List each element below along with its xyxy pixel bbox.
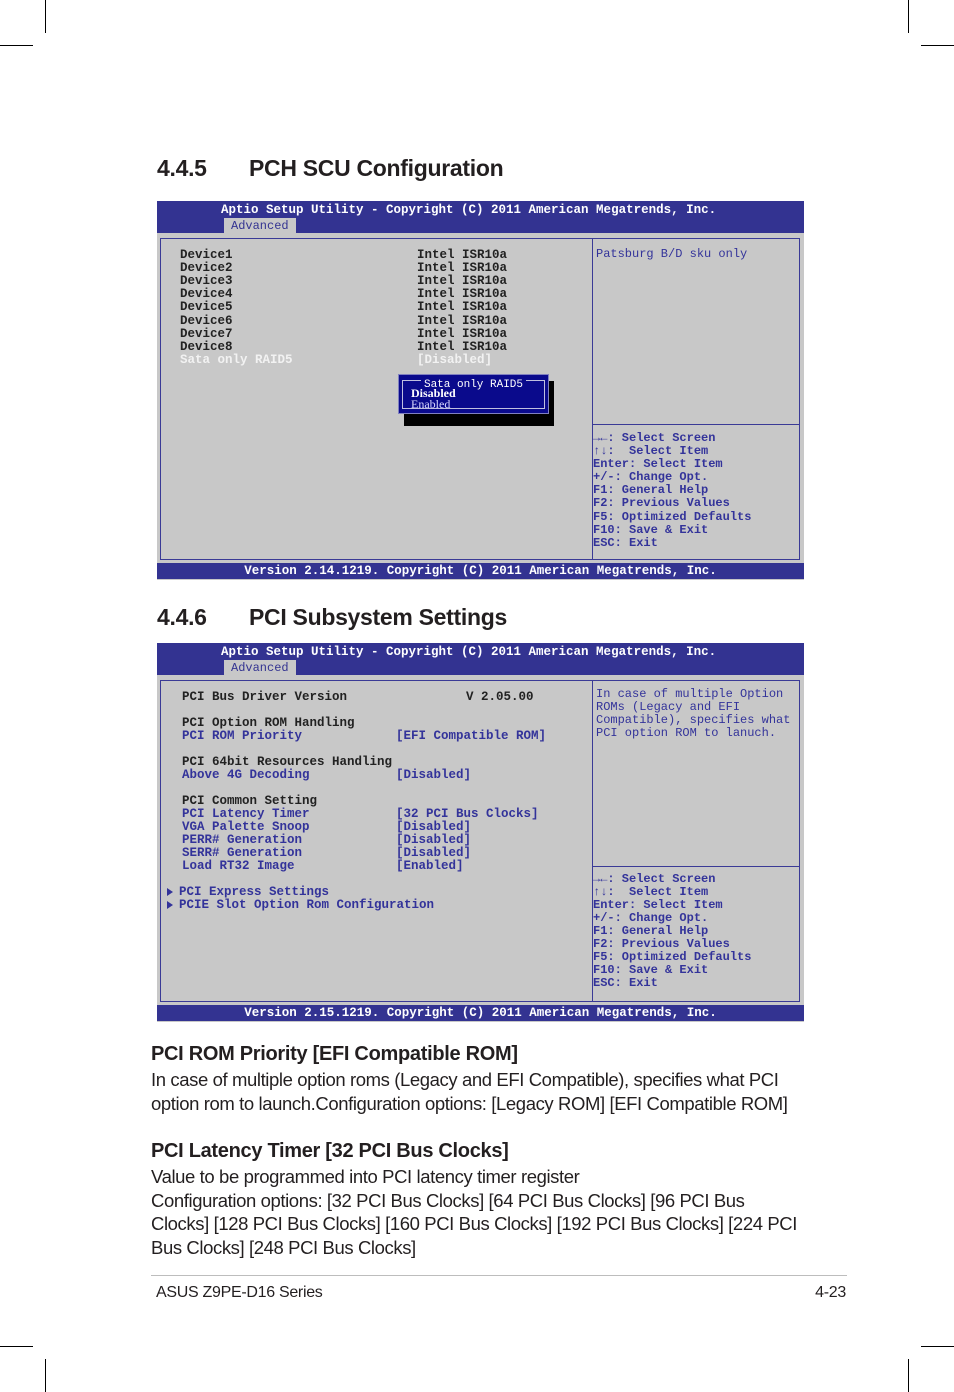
footer-page-number: 4-23 (815, 1284, 846, 1301)
bios-title: Aptio Setup Utility - Copyright (C) 2011… (221, 203, 717, 217)
description-line: Value to be programmed into PCI latency … (151, 1166, 580, 1187)
description-line: In case of multiple option roms (Legacy … (151, 1069, 779, 1090)
setting-value-selected[interactable]: [Disabled] (417, 354, 492, 367)
popup-option-enabled[interactable]: Enabled (411, 398, 450, 410)
footer-divider (151, 1275, 847, 1276)
bios-title: Aptio Setup Utility - Copyright (C) 2011… (221, 645, 717, 659)
section-heading: 4.4.6 PCI Subsystem Settings (157, 604, 507, 631)
setting-value: Intel ISR10a (417, 300, 508, 314)
key-hint: ESC: Exit (593, 536, 658, 550)
section-heading: 4.4.5 PCH SCU Configuration (157, 155, 504, 182)
crop-mark (45, 1359, 46, 1392)
submenu-arrow-icon (167, 900, 173, 909)
setting-row-selected[interactable]: Sata only RAID5 (180, 354, 293, 367)
setting-pci-rom-priority[interactable]: PCI ROM Priority (182, 730, 302, 743)
setting-value[interactable]: [EFI Compatible ROM] (396, 730, 546, 743)
section-title: PCI Subsystem Settings (249, 604, 507, 630)
crop-mark (0, 1346, 33, 1347)
key-hint: ESC: Exit (593, 976, 658, 990)
submenu-arrow-icon (167, 887, 173, 896)
popup-frame: Sata only RAID5 Disabled Enabled (402, 379, 545, 410)
help-divider (592, 866, 799, 867)
help-divider (592, 424, 799, 425)
setting-value[interactable]: [Disabled] (396, 769, 471, 782)
section-number: 4.4.5 (157, 155, 207, 181)
crop-mark (908, 1359, 909, 1392)
option-popup: Sata only RAID5 Disabled Enabled (398, 374, 549, 414)
crop-mark (908, 0, 909, 33)
description-line: option rom to launch.Configuration optio… (151, 1092, 788, 1114)
section-number: 4.4.6 (157, 604, 207, 630)
description-heading: PCI ROM Priority [EFI Compatible ROM] (151, 1043, 518, 1065)
description-text: Value to be programmed into PCI latency … (151, 1165, 811, 1259)
driver-version-value: V 2.05.00 (466, 690, 534, 704)
crop-mark (0, 45, 33, 46)
description-text: In case of multiple option roms (Legacy … (151, 1068, 811, 1115)
tab-advanced[interactable]: Advanced (224, 660, 296, 675)
description-heading: PCI Latency Timer [32 PCI Bus Clocks] (151, 1140, 509, 1162)
bios-screen-pch-scu: Aptio Setup Utility - Copyright (C) 2011… (157, 201, 804, 580)
bios-version-bar: Version 2.14.1219. Copyright (C) 2011 Am… (157, 563, 804, 579)
setting-above-4g-decoding[interactable]: Above 4G Decoding (182, 769, 310, 782)
setting-load-rt32-image[interactable]: Load RT32 Image (182, 860, 295, 873)
setting-row[interactable]: Device5 (180, 301, 233, 314)
description-line: Clocks] [128 PCI Bus Clocks] [160 PCI Bu… (151, 1213, 797, 1234)
description-line: Configuration options: [32 PCI Bus Clock… (151, 1189, 745, 1211)
description-line: Bus Clocks] [248 PCI Bus Clocks] (151, 1236, 416, 1258)
tab-advanced[interactable]: Advanced (224, 218, 296, 233)
crop-mark (921, 1346, 954, 1347)
bios-main-panel: Device1 Intel ISR10a Device2 Intel ISR10… (160, 238, 800, 560)
bios-title-bar: Aptio Setup Utility - Copyright (C) 2011… (157, 201, 804, 233)
driver-version-label: PCI Bus Driver Version (182, 690, 348, 704)
submenu-pcie-slot-option-rom[interactable]: PCIE Slot Option Rom Configuration (167, 899, 434, 912)
bios-version-bar: Version 2.15.1219. Copyright (C) 2011 Am… (157, 1005, 804, 1021)
key-hint: F2: Previous Values (593, 496, 730, 510)
setting-value[interactable]: [Enabled] (396, 860, 464, 873)
help-text: Patsburg B/D sku only (596, 247, 748, 261)
bios-main-panel: PCI Bus Driver Version V 2.05.00 PCI Opt… (160, 680, 800, 1002)
help-text-line: PCI option ROM to lanuch. (596, 726, 777, 740)
crop-mark (45, 0, 46, 33)
bios-screen-pci-subsystem: Aptio Setup Utility - Copyright (C) 2011… (157, 643, 804, 1022)
bios-title-bar: Aptio Setup Utility - Copyright (C) 2011… (157, 643, 804, 675)
footer-product: ASUS Z9PE-D16 Series (156, 1284, 323, 1301)
section-title: PCH SCU Configuration (249, 155, 504, 181)
crop-mark (921, 45, 954, 46)
